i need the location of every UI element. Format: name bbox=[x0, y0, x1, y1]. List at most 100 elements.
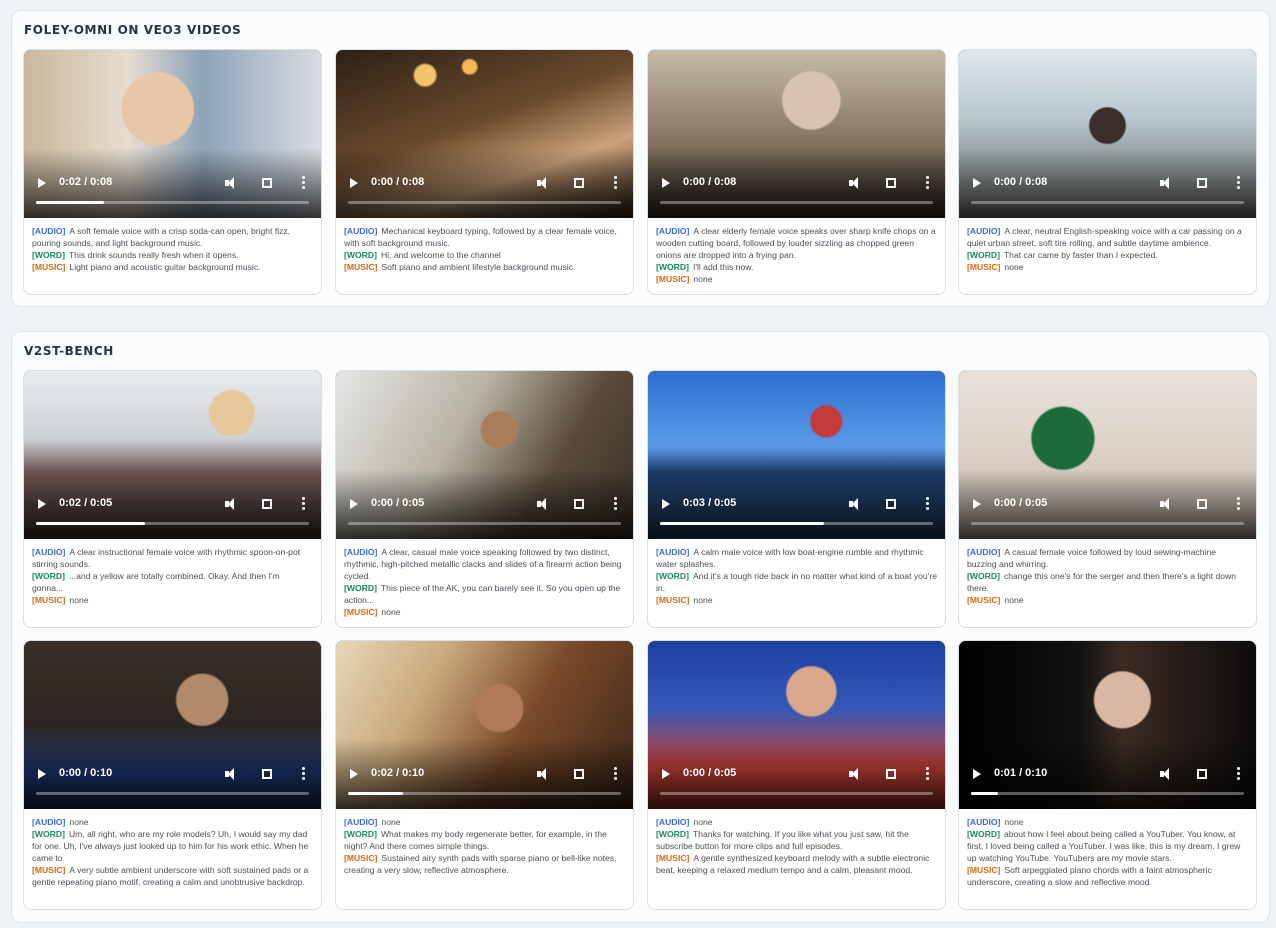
fullscreen-icon[interactable] bbox=[1197, 499, 1207, 509]
video-controls: 0:00 / 0:08 bbox=[336, 168, 633, 218]
video-player[interactable]: 0:02 / 0:10 bbox=[336, 641, 633, 809]
play-icon[interactable] bbox=[38, 178, 46, 188]
progress-bar[interactable] bbox=[971, 522, 1244, 525]
fullscreen-icon[interactable] bbox=[574, 178, 584, 188]
volume-icon[interactable] bbox=[849, 768, 862, 780]
video-player[interactable]: 0:00 / 0:08 bbox=[959, 50, 1256, 218]
video-player[interactable]: 0:02 / 0:08 bbox=[24, 50, 321, 218]
play-icon[interactable] bbox=[38, 769, 46, 779]
word-row: [WORD] change this one's for the serger a… bbox=[967, 570, 1248, 594]
more-options-icon[interactable] bbox=[926, 176, 929, 189]
volume-icon[interactable] bbox=[849, 177, 862, 189]
word-tag: [WORD] bbox=[32, 829, 65, 840]
video-player[interactable]: 0:00 / 0:10 bbox=[24, 641, 321, 809]
volume-icon[interactable] bbox=[225, 768, 238, 780]
play-icon[interactable] bbox=[350, 178, 358, 188]
more-options-icon[interactable] bbox=[302, 767, 305, 780]
word-row: [WORD] And it's a tough ride back in no m… bbox=[656, 570, 937, 594]
volume-icon[interactable] bbox=[537, 498, 550, 510]
play-icon[interactable] bbox=[38, 499, 46, 509]
music-text: A gentle synthesized keyboard melody wit… bbox=[656, 853, 930, 876]
progress-bar[interactable] bbox=[660, 522, 933, 525]
fullscreen-icon[interactable] bbox=[574, 769, 584, 779]
fullscreen-icon[interactable] bbox=[262, 178, 272, 188]
audio-row: [AUDIO] none bbox=[32, 816, 313, 828]
volume-icon[interactable] bbox=[1160, 768, 1173, 780]
video-player[interactable]: 0:03 / 0:05 bbox=[648, 371, 945, 539]
word-tag: [WORD] bbox=[656, 262, 689, 273]
more-options-icon[interactable] bbox=[1237, 497, 1240, 510]
more-options-icon[interactable] bbox=[1237, 767, 1240, 780]
more-options-icon[interactable] bbox=[926, 767, 929, 780]
play-icon[interactable] bbox=[662, 769, 670, 779]
fullscreen-icon[interactable] bbox=[886, 499, 896, 509]
caption: [AUDIO] Mechanical keyboard typing, follo… bbox=[336, 218, 633, 281]
volume-icon[interactable] bbox=[537, 768, 550, 780]
video-controls: 0:00 / 0:05 bbox=[648, 759, 945, 809]
play-icon[interactable] bbox=[350, 499, 358, 509]
music-tag: [MUSIC] bbox=[32, 595, 66, 606]
progress-bar[interactable] bbox=[660, 201, 933, 204]
music-tag: [MUSIC] bbox=[967, 595, 1001, 606]
audio-row: [AUDIO] A casual female voice followed by… bbox=[967, 546, 1248, 570]
video-controls: 0:00 / 0:05 bbox=[959, 489, 1256, 539]
word-tag: [WORD] bbox=[344, 829, 377, 840]
video-player[interactable]: 0:00 / 0:08 bbox=[336, 50, 633, 218]
more-options-icon[interactable] bbox=[614, 176, 617, 189]
progress-bar[interactable] bbox=[348, 522, 621, 525]
progress-bar[interactable] bbox=[660, 792, 933, 795]
music-tag: [MUSIC] bbox=[656, 853, 690, 864]
progress-bar[interactable] bbox=[971, 201, 1244, 204]
audio-text: none bbox=[69, 817, 89, 827]
volume-icon[interactable] bbox=[849, 498, 862, 510]
more-options-icon[interactable] bbox=[302, 497, 305, 510]
video-player[interactable]: 0:00 / 0:08 bbox=[648, 50, 945, 218]
video-player[interactable]: 0:00 / 0:05 bbox=[336, 371, 633, 539]
music-tag: [MUSIC] bbox=[32, 262, 66, 273]
music-tag: [MUSIC] bbox=[967, 262, 1001, 273]
more-options-icon[interactable] bbox=[926, 497, 929, 510]
fullscreen-icon[interactable] bbox=[574, 499, 584, 509]
volume-icon[interactable] bbox=[537, 177, 550, 189]
fullscreen-icon[interactable] bbox=[886, 769, 896, 779]
fullscreen-icon[interactable] bbox=[262, 769, 272, 779]
music-row: [MUSIC] Sustained airy synth pads with sp… bbox=[344, 852, 625, 876]
progress-bar[interactable] bbox=[36, 522, 309, 525]
volume-icon[interactable] bbox=[225, 498, 238, 510]
progress-bar[interactable] bbox=[971, 792, 1244, 795]
fullscreen-icon[interactable] bbox=[262, 499, 272, 509]
more-options-icon[interactable] bbox=[614, 767, 617, 780]
video-player[interactable]: 0:00 / 0:05 bbox=[648, 641, 945, 809]
time-display: 0:00 / 0:08 bbox=[371, 176, 425, 188]
progress-bar[interactable] bbox=[36, 792, 309, 795]
word-row: [WORD] about how I feel about being calle… bbox=[967, 828, 1248, 864]
progress-bar[interactable] bbox=[36, 201, 309, 204]
play-icon[interactable] bbox=[973, 178, 981, 188]
video-card: 0:02 / 0:08 [AUDIO] A soft female voice w… bbox=[23, 49, 322, 295]
video-player[interactable]: 0:01 / 0:10 bbox=[959, 641, 1256, 809]
video-player[interactable]: 0:00 / 0:05 bbox=[959, 371, 1256, 539]
more-options-icon[interactable] bbox=[302, 176, 305, 189]
play-icon[interactable] bbox=[973, 769, 981, 779]
music-tag: [MUSIC] bbox=[344, 262, 378, 273]
time-display: 0:03 / 0:05 bbox=[683, 497, 737, 509]
word-tag: [WORD] bbox=[344, 250, 377, 261]
more-options-icon[interactable] bbox=[614, 497, 617, 510]
video-player[interactable]: 0:02 / 0:05 bbox=[24, 371, 321, 539]
play-icon[interactable] bbox=[973, 499, 981, 509]
fullscreen-icon[interactable] bbox=[886, 178, 896, 188]
audio-text: Mechanical keyboard typing, followed by … bbox=[344, 226, 617, 249]
volume-icon[interactable] bbox=[1160, 177, 1173, 189]
more-options-icon[interactable] bbox=[1237, 176, 1240, 189]
fullscreen-icon[interactable] bbox=[1197, 769, 1207, 779]
audio-text: A clear, casual male voice speaking foll… bbox=[344, 547, 622, 582]
progress-bar[interactable] bbox=[348, 792, 621, 795]
play-icon[interactable] bbox=[350, 769, 358, 779]
volume-icon[interactable] bbox=[1160, 498, 1173, 510]
word-tag: [WORD] bbox=[32, 250, 65, 261]
play-icon[interactable] bbox=[662, 499, 670, 509]
progress-bar[interactable] bbox=[348, 201, 621, 204]
fullscreen-icon[interactable] bbox=[1197, 178, 1207, 188]
play-icon[interactable] bbox=[662, 178, 670, 188]
volume-icon[interactable] bbox=[225, 177, 238, 189]
